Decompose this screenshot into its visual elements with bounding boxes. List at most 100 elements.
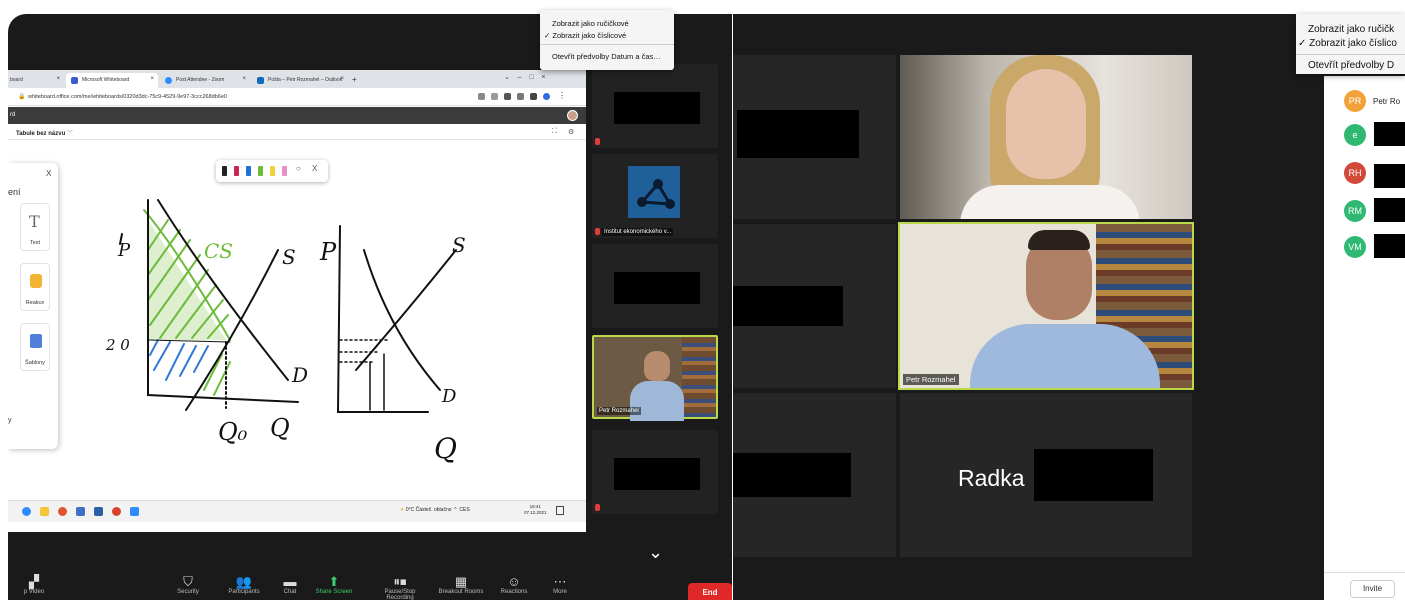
gallery-tile[interactable] [592,430,718,514]
menu-item[interactable]: Zobrazit jako ručičk [1308,24,1394,35]
pen-red-icon[interactable] [234,166,239,176]
reactions-button[interactable]: ☺ Reactions [494,574,534,595]
quantity-q-label: Q [270,414,290,442]
whiteboard-canvas[interactable]: P CS S 2 0 D Q₀ Q P S D Q ○ X [8,140,586,500]
menu-item[interactable]: Otevřít předvolby Datum a čas… [552,52,661,61]
invite-button[interactable]: Invite [1350,580,1395,598]
explorer-icon[interactable] [40,507,49,516]
taskbar-clock[interactable]: 18:41 07.12.2021 [524,504,547,516]
browser-tab-active[interactable]: Microsoft Whiteboard × [66,73,158,88]
menu-item[interactable]: Zobrazit jako ručičkové [552,19,629,28]
browser-tab[interactable]: Pošta – Petr Rozmahel – Outlook × [252,73,348,88]
speaker-name: Petr Rozmahel [903,374,959,385]
video-tile[interactable] [733,224,896,388]
browser-tab[interactable]: board × [8,73,64,88]
network-icon [637,179,675,209]
chevron-down-icon[interactable]: ⌄ [648,542,663,563]
share-icon[interactable]: ⛶ [552,128,557,136]
participant-video[interactable] [900,55,1192,219]
extension-icon[interactable] [517,93,524,100]
hair-image [1028,230,1090,250]
participants-button[interactable]: 👥 Participants [224,574,264,595]
panel-item-text[interactable]: T Text [20,203,50,251]
bookshelf-image [682,337,716,417]
url-text[interactable]: whiteboard.office.com/me/whiteboards/032… [28,94,227,100]
gallery-tile-active[interactable]: Petr Rozmahel [592,335,718,421]
board-title[interactable]: Tabule bez názvu ﹀ [16,128,73,137]
price-label-p: P [117,240,131,261]
pen-blue-icon[interactable] [246,166,251,176]
tab-label: board [10,77,23,83]
maximize-icon[interactable]: □ [529,74,533,81]
kebab-menu-icon[interactable]: ⋮ [558,91,566,100]
price-label-p2: P [319,238,337,266]
highlighter-pink-icon[interactable] [282,166,287,176]
close-icon[interactable]: × [340,76,344,82]
active-speaker-video[interactable]: Petr Rozmahel [898,222,1194,390]
breakout-rooms-button[interactable]: ▦ Breakout Rooms [436,574,486,595]
panel-item-reactions[interactable]: Reakce [20,263,50,311]
profile-icon[interactable] [543,93,550,100]
close-icon[interactable]: × [150,76,154,82]
extension-icon[interactable] [504,93,511,100]
video-tile[interactable] [733,393,896,557]
highlighter-yellow-icon[interactable] [270,166,275,176]
gallery-tile[interactable] [592,64,718,148]
stop-video-button[interactable]: ▞ p Video [14,574,54,595]
sketch-left-graph [119,199,299,411]
lasso-icon[interactable]: ○ [296,164,301,173]
close-window-icon[interactable]: × [541,74,545,81]
browser-tab[interactable]: Post Attendee - Zoom × [160,73,250,88]
share-screen-button[interactable]: ⬆ Share Screen [314,574,354,595]
powerpoint-icon[interactable] [112,507,121,516]
notifications-icon[interactable] [556,506,564,515]
economics-sketch: P CS S 2 0 D Q₀ Q P S D Q [105,199,466,465]
redacted-block [614,92,700,124]
word-icon[interactable] [94,507,103,516]
menu-item-checked[interactable]: ✓ Zobrazit jako číslico [1298,38,1397,49]
outlook-favicon-icon [257,77,264,84]
menu-item[interactable]: Otevřít předvolby D [1308,60,1394,71]
video-tile[interactable] [733,55,896,219]
windows-taskbar: ☀ 0°C Částeč. oblačno ^ CES 18:41 07.12.2… [8,500,586,522]
avatar[interactable] [567,110,578,121]
star-icon[interactable] [491,93,498,100]
install-icon[interactable] [478,93,485,100]
button-label: Breakout Rooms [438,589,484,595]
gallery-tile[interactable]: Institut ekonomického v... [592,154,718,238]
menu-item-checked[interactable]: ✓ Zobrazit jako číslicové [544,31,626,40]
close-icon[interactable]: X [312,164,317,173]
minimize-icon[interactable]: – [518,74,522,81]
chat-button[interactable]: ▬ Chat [270,574,310,595]
edge-icon[interactable] [22,507,31,516]
redacted-block [1374,198,1405,222]
security-button[interactable]: ⛉ Security [168,574,208,595]
zoom-icon[interactable] [130,507,139,516]
producer-surplus-hatch [149,339,209,381]
more-button[interactable]: ⋯ More [540,574,580,595]
app-icon[interactable] [76,507,85,516]
pen-black-icon[interactable] [222,166,227,176]
end-meeting-button[interactable]: End [688,583,732,600]
chevron-down-icon: ﹀ [66,131,73,137]
address-bar[interactable]: 🔒 whiteboard.office.com/me/whiteboards/0… [8,88,586,106]
institute-logo [628,166,680,218]
clock-context-menu: Zobrazit jako ručičkové ✓ Zobrazit jako … [540,10,674,70]
puzzle-icon[interactable] [530,93,537,100]
redacted-block [1374,164,1405,188]
new-tab-button[interactable]: + [348,71,363,86]
chrome-icon[interactable] [58,507,67,516]
pen-green-icon[interactable] [258,166,263,176]
gear-icon[interactable]: ⚙ [568,128,574,136]
chevron-down-icon[interactable]: ⌄ [504,74,510,81]
close-icon[interactable]: × [56,76,60,82]
close-icon[interactable]: X [46,169,51,178]
close-icon[interactable]: × [242,76,246,82]
button-label: Reactions [500,589,528,595]
lang-indicator[interactable]: CES [459,507,469,513]
demand-label-d2: D [441,386,457,407]
gallery-tile[interactable] [592,244,718,328]
panel-item-templates[interactable]: Šablony [20,323,50,371]
participant-avatar: RH [1344,162,1366,184]
recording-button[interactable]: ⏸⏹ Pause/Stop Recording [370,574,430,600]
